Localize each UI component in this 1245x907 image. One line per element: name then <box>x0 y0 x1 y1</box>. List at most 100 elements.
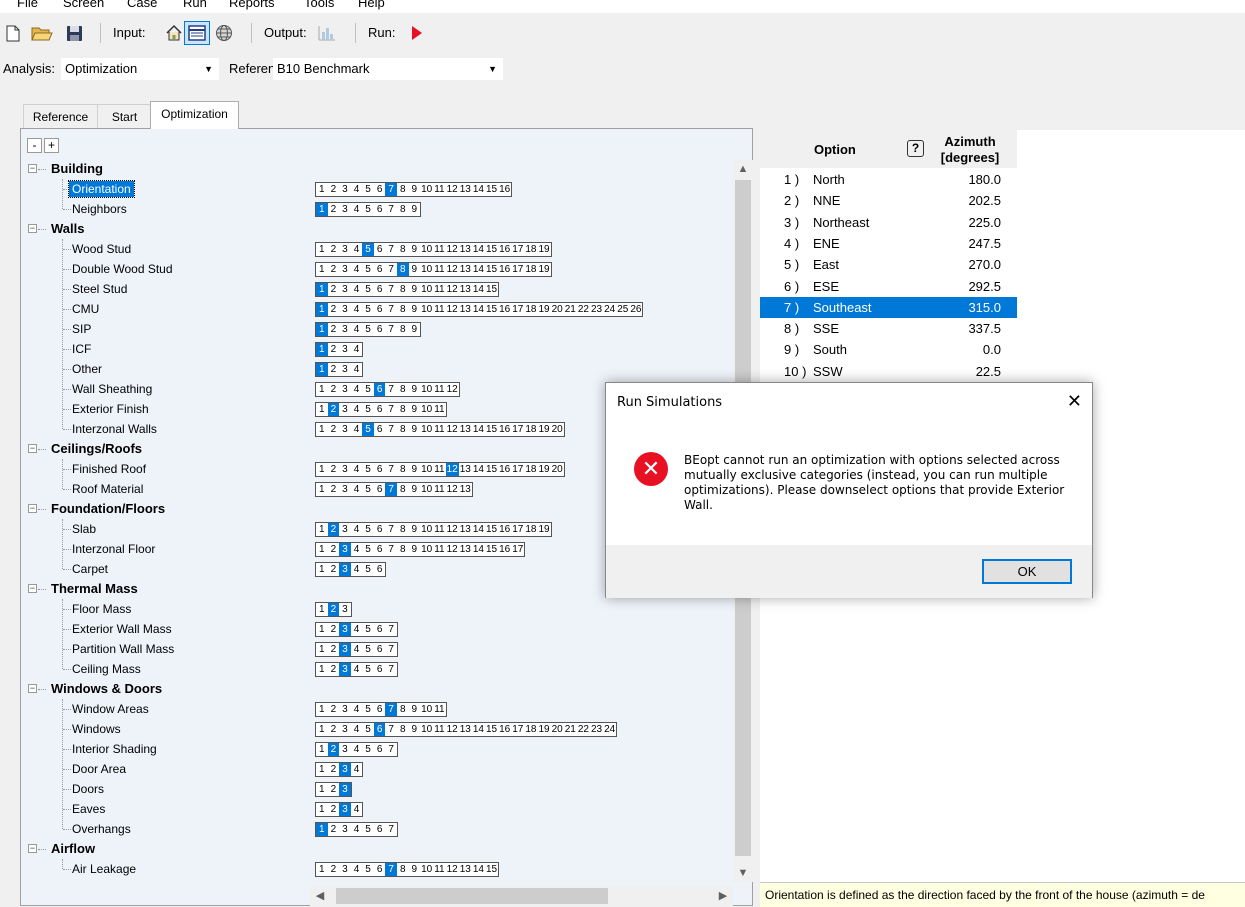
option-number[interactable]: 16 <box>498 423 511 436</box>
option-number[interactable]: 12 <box>446 523 459 536</box>
option-number[interactable]: 10 <box>420 183 433 196</box>
option-number[interactable]: 8 <box>397 323 409 336</box>
tree-horizontal-scrollbar[interactable]: ◀ ▶ <box>310 886 733 906</box>
option-number[interactable]: 16 <box>498 263 511 276</box>
option-number[interactable]: 16 <box>498 723 511 736</box>
option-number[interactable]: 10 <box>420 523 433 536</box>
option-number[interactable]: 3 <box>339 703 351 716</box>
option-number[interactable]: 1 <box>316 343 328 356</box>
option-number[interactable]: 7 <box>385 183 397 196</box>
option-number[interactable]: 8 <box>397 543 409 556</box>
option-number[interactable]: 22 <box>577 303 590 316</box>
option-number[interactable]: 4 <box>351 823 363 836</box>
option-number[interactable]: 6 <box>373 723 386 736</box>
option-number[interactable]: 3 <box>339 823 351 836</box>
option-category-label[interactable]: Exterior Finish <box>72 399 149 419</box>
tree-item[interactable]: Neighbors 1 2 3 4 5 6 7 8 9 <box>21 199 736 219</box>
option-number[interactable]: 15 <box>485 183 498 196</box>
tree-item[interactable]: Floor Mass 1 2 3 <box>21 599 736 619</box>
option-number[interactable]: 15 <box>485 543 498 556</box>
option-number[interactable]: 6 <box>374 283 386 296</box>
option-number[interactable]: 8 <box>397 483 409 496</box>
option-number[interactable]: 12 <box>446 183 459 196</box>
option-number[interactable]: 25 <box>616 303 629 316</box>
option-number[interactable]: 2 <box>327 603 340 616</box>
tab-start[interactable]: Start <box>97 104 152 128</box>
option-number[interactable]: 10 <box>420 703 433 716</box>
scroll-thumb[interactable] <box>336 888 608 904</box>
option-number[interactable]: 7 <box>385 203 397 216</box>
option-number[interactable]: 6 <box>374 623 386 636</box>
option-number[interactable]: 4 <box>351 283 363 296</box>
option-row[interactable]: 8 ) SSE 337.5 <box>760 318 1017 339</box>
option-number[interactable]: 5 <box>362 383 374 396</box>
option-number[interactable]: 2 <box>328 723 340 736</box>
option-number[interactable]: 14 <box>472 523 485 536</box>
option-category-label[interactable]: Partition Wall Mass <box>72 639 174 659</box>
scroll-right-icon[interactable]: ▶ <box>713 887 733 905</box>
option-number[interactable]: 24 <box>603 723 616 736</box>
option-category-label[interactable]: Slab <box>72 519 96 539</box>
collapse-all-button[interactable]: - <box>27 138 42 153</box>
option-number[interactable]: 11 <box>433 703 445 716</box>
option-number[interactable]: 13 <box>459 863 472 876</box>
option-number[interactable]: 9 <box>409 283 421 296</box>
option-number[interactable]: 5 <box>362 663 374 676</box>
option-number[interactable]: 12 <box>446 863 459 876</box>
option-number[interactable]: 16 <box>498 523 511 536</box>
option-number[interactable]: 1 <box>316 603 328 616</box>
option-number[interactable]: 8 <box>397 703 409 716</box>
option-row[interactable]: 3 ) Northeast 225.0 <box>760 212 1017 233</box>
collapse-toggle-icon[interactable]: − <box>28 164 37 173</box>
option-number[interactable]: 4 <box>351 763 363 776</box>
option-number[interactable]: 19 <box>537 423 550 436</box>
option-number[interactable]: 14 <box>472 543 485 556</box>
option-number[interactable]: 7 <box>385 623 397 636</box>
option-number[interactable]: 19 <box>537 523 550 536</box>
option-row[interactable]: 10 ) SSW 22.5 <box>760 361 1017 382</box>
option-number[interactable]: 6 <box>374 563 386 576</box>
option-number[interactable]: 6 <box>374 483 386 496</box>
option-number[interactable]: 6 <box>374 463 386 476</box>
option-number[interactable]: 18 <box>524 263 537 276</box>
option-number[interactable]: 11 <box>433 543 445 556</box>
option-number[interactable]: 11 <box>433 283 445 296</box>
option-number[interactable]: 9 <box>409 383 421 396</box>
option-number[interactable]: 11 <box>433 863 445 876</box>
option-number[interactable]: 1 <box>316 323 328 336</box>
tree-item[interactable]: Window Areas 1 2 3 4 5 6 7 8 9 10 11 <box>21 699 736 719</box>
option-number[interactable]: 4 <box>351 423 363 436</box>
option-number[interactable]: 14 <box>472 723 485 736</box>
option-row[interactable]: 5 ) East 270.0 <box>760 254 1017 275</box>
option-number[interactable]: 3 <box>339 183 351 196</box>
option-number[interactable]: 8 <box>397 403 409 416</box>
option-number[interactable]: 2 <box>328 283 340 296</box>
option-number[interactable]: 15 <box>485 463 498 476</box>
close-icon[interactable]: ✕ <box>1067 391 1082 411</box>
option-number[interactable]: 3 <box>339 563 351 576</box>
option-number[interactable]: 6 <box>374 863 386 876</box>
option-number[interactable]: 12 <box>446 383 459 396</box>
option-number[interactable]: 1 <box>316 663 328 676</box>
tree-category[interactable]: − Building <box>21 159 736 179</box>
option-number[interactable]: 8 <box>397 303 409 316</box>
tree-item[interactable]: Exterior Wall Mass 1 2 3 4 5 6 7 <box>21 619 736 639</box>
option-number[interactable]: 1 <box>316 383 328 396</box>
option-number[interactable]: 9 <box>409 703 421 716</box>
option-number[interactable]: 3 <box>339 643 351 656</box>
option-number[interactable]: 2 <box>328 463 340 476</box>
option-category-label[interactable]: Door Area <box>72 759 126 779</box>
option-category-label[interactable]: Exterior Wall Mass <box>72 619 172 639</box>
option-category-label[interactable]: Eaves <box>72 799 105 819</box>
option-number[interactable]: 9 <box>409 243 421 256</box>
option-number[interactable]: 4 <box>351 183 363 196</box>
option-number[interactable]: 2 <box>328 783 340 796</box>
option-number[interactable]: 3 <box>339 863 351 876</box>
option-category-label[interactable]: Wall Sheathing <box>72 379 152 399</box>
option-number[interactable]: 11 <box>433 723 445 736</box>
ok-button[interactable]: OK <box>982 559 1072 584</box>
collapse-toggle-icon[interactable]: − <box>28 504 37 513</box>
option-number[interactable]: 3 <box>339 663 351 676</box>
option-number[interactable]: 4 <box>351 303 363 316</box>
option-number[interactable]: 3 <box>339 303 351 316</box>
